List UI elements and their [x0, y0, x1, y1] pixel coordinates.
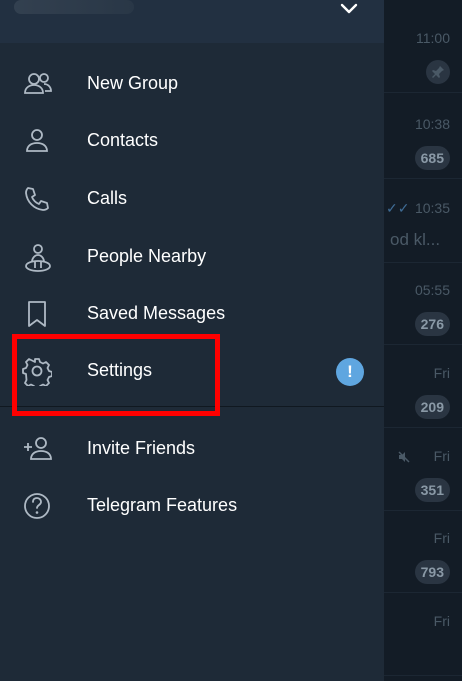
group-icon: [22, 69, 52, 99]
menu-label: Calls: [87, 188, 128, 208]
menu-label: Contacts: [87, 130, 159, 150]
menu-item-settings[interactable]: Settings !: [0, 342, 384, 399]
menu-label: Invite Friends: [87, 438, 196, 458]
chat-row[interactable]: Fri 793: [384, 520, 462, 593]
chat-preview: od kl...: [390, 230, 441, 249]
menu-item-saved-messages[interactable]: Saved Messages: [0, 285, 384, 342]
chat-time: Fri: [433, 613, 450, 629]
menu-item-calls[interactable]: Calls: [0, 170, 384, 227]
chat-row[interactable]: 10:38 685: [384, 106, 462, 179]
alert-badge: !: [336, 358, 364, 386]
chat-time: Fri: [433, 448, 450, 464]
unread-badge: 209: [414, 395, 450, 419]
chat-row[interactable]: ✓✓ 10:35 od kl...: [384, 190, 462, 263]
help-icon: [22, 491, 52, 521]
chat-row[interactable]: Fri 209: [384, 355, 462, 428]
menu-item-people-nearby[interactable]: People Nearby: [0, 228, 384, 285]
divider: [0, 406, 384, 407]
bookmark-icon: [22, 299, 52, 329]
read-ticks-icon: ✓✓: [386, 200, 410, 216]
chat-row[interactable]: Fri 351: [384, 438, 462, 511]
menu-label: People Nearby: [87, 246, 207, 266]
menu-item-contacts[interactable]: Contacts: [0, 112, 384, 169]
menu-label: Telegram Features: [87, 495, 238, 515]
chat-time: Fri: [433, 365, 450, 381]
menu-label: Saved Messages: [87, 303, 226, 323]
drawer-header: [0, 0, 384, 43]
chat-time: 11:00: [416, 30, 450, 46]
add-person-icon: [22, 434, 52, 464]
chevron-down-icon[interactable]: [336, 0, 362, 22]
mute-icon: [398, 450, 410, 468]
chat-row[interactable]: 05:55 276: [384, 272, 462, 345]
unread-badge: 685: [414, 146, 450, 170]
menu-item-new-group[interactable]: New Group: [0, 55, 384, 112]
gear-icon: [22, 356, 53, 390]
people-nearby-icon: [22, 242, 52, 272]
person-icon: [22, 126, 52, 156]
pin-icon: [426, 60, 450, 84]
navigation-drawer: New Group Contacts Calls People Nearby S…: [0, 0, 384, 681]
menu-label: New Group: [87, 73, 179, 93]
menu-item-invite-friends[interactable]: Invite Friends: [0, 420, 384, 477]
chat-row[interactable]: Fri: [384, 603, 462, 676]
chat-time: 10:35: [414, 200, 450, 216]
menu-item-telegram-features[interactable]: Telegram Features: [0, 477, 384, 534]
menu-label: Settings: [87, 360, 153, 380]
unread-badge: 351: [414, 478, 450, 502]
chat-time: Fri: [433, 530, 450, 546]
chat-time: 05:55: [414, 282, 450, 298]
unread-badge: 276: [414, 312, 450, 336]
chat-time: 10:38: [414, 116, 450, 132]
unread-badge: 793: [414, 560, 450, 584]
phone-icon: [22, 184, 52, 214]
account-name-blurred: [14, 0, 134, 14]
chat-row[interactable]: 11:00: [384, 20, 462, 93]
